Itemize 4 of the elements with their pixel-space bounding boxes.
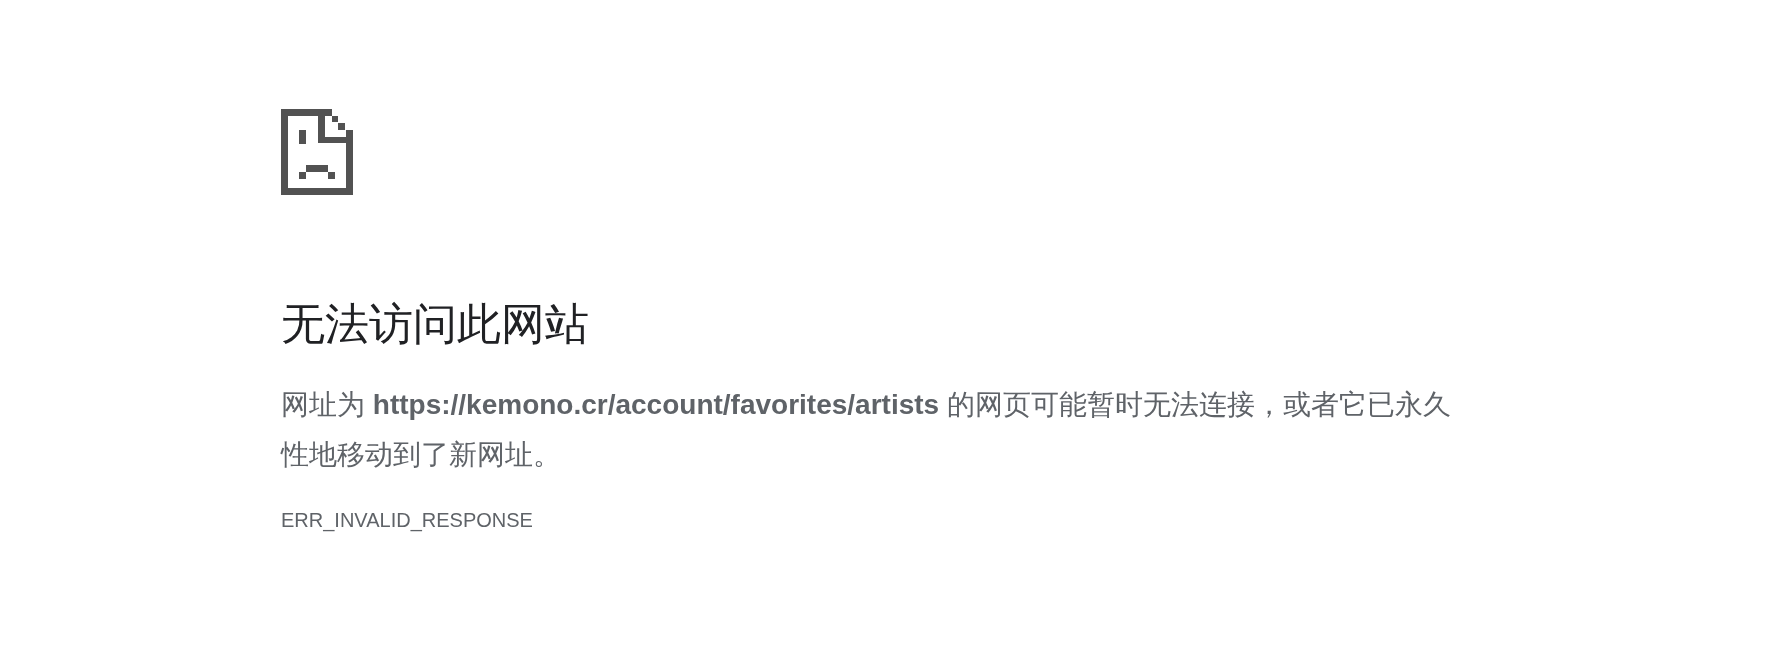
error-message: 网址为 https://kemono.cr/account/favorites/artists 的网页可能暂时无法连接，或者它已永久性地移动到了新网址。 — [281, 388, 1452, 472]
page-heading: 无法访问此网站 — [281, 298, 589, 350]
error-code: ERR_INVALID_RESPONSE — [281, 508, 533, 532]
sad-page-icon — [281, 109, 353, 195]
